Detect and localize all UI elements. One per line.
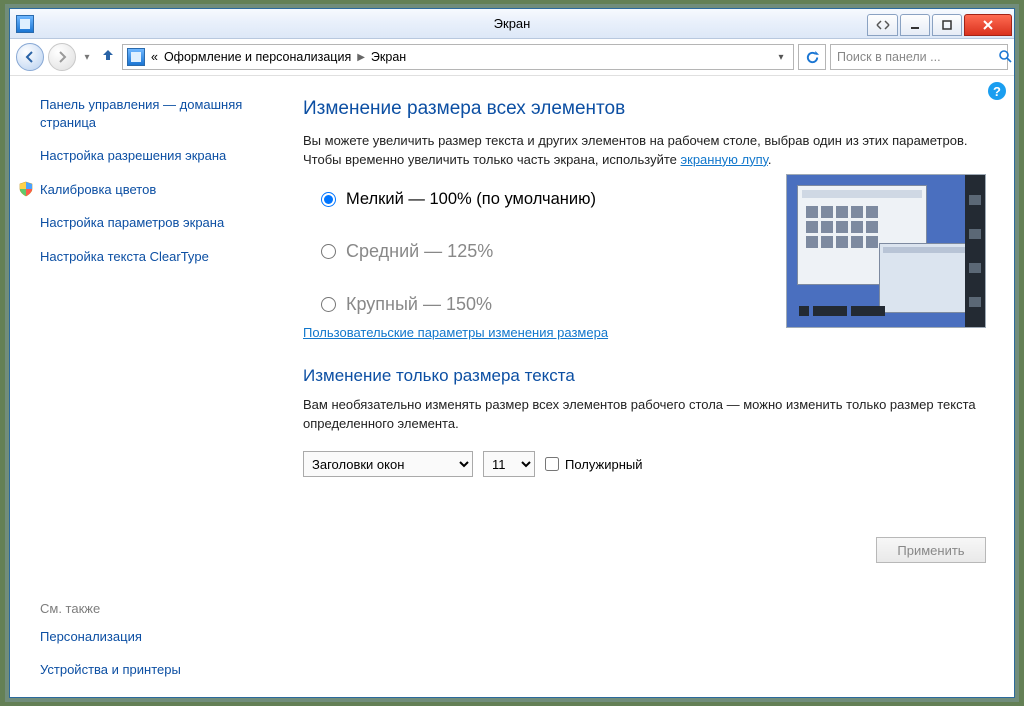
back-button[interactable] <box>16 43 44 71</box>
navbar: ▾ « Оформление и персонализация ▶ Экран … <box>10 39 1014 76</box>
sidebar-item-cleartype[interactable]: Настройка текста ClearType <box>40 248 257 266</box>
radio-large-input[interactable] <box>321 297 336 312</box>
sidebar: Панель управления — домашняя страница На… <box>10 76 275 697</box>
sidebar-item-label: Калибровка цветов <box>40 181 156 199</box>
location-icon <box>127 48 145 66</box>
radio-large[interactable]: Крупный — 150% <box>321 294 681 315</box>
radio-large-label: Крупный — 150% <box>346 294 492 315</box>
bold-checkbox-label[interactable]: Полужирный <box>545 457 643 472</box>
shield-icon <box>18 181 34 197</box>
text-size-section: Изменение только размера текста Вам необ… <box>303 366 986 478</box>
window: Экран ▾ « <box>9 8 1015 698</box>
see-also-devices[interactable]: Устройства и принтеры <box>40 661 257 679</box>
sidebar-item-display-params[interactable]: Настройка параметров экрана <box>40 214 257 232</box>
section-title: Изменение только размера текста <box>303 366 986 386</box>
body: ? Панель управления — домашняя страница … <box>10 76 1014 697</box>
breadcrumb-parent[interactable]: Оформление и персонализация <box>164 50 351 64</box>
sidebar-home-link[interactable]: Панель управления — домашняя страница <box>40 96 257 131</box>
magnifier-link[interactable]: экранную лупу <box>681 152 768 167</box>
radio-small[interactable]: Мелкий — 100% (по умолчанию) <box>321 190 681 209</box>
radio-medium[interactable]: Средний — 125% <box>321 241 681 262</box>
history-dropdown-icon[interactable]: ▾ <box>80 52 94 63</box>
font-size-select[interactable]: 11 <box>483 451 535 477</box>
window-controls <box>867 12 1014 36</box>
app-icon <box>16 15 34 33</box>
window-title: Экран <box>10 16 1014 31</box>
radio-medium-label: Средний — 125% <box>346 241 493 262</box>
content: Изменение размера всех элементов Вы може… <box>275 76 1014 697</box>
element-select[interactable]: Заголовки окон <box>303 451 473 477</box>
titlebar[interactable]: Экран <box>10 9 1014 39</box>
address-bar[interactable]: « Оформление и персонализация ▶ Экран ▾ <box>122 44 794 70</box>
breadcrumb-current[interactable]: Экран <box>371 50 406 64</box>
chevron-right-icon: ▶ <box>357 52 365 63</box>
search-input[interactable] <box>837 50 998 64</box>
bold-checkbox[interactable] <box>545 457 559 471</box>
search-icon[interactable] <box>998 49 1012 66</box>
search-box[interactable] <box>830 44 1008 70</box>
page-title: Изменение размера всех элементов <box>303 98 986 120</box>
radio-small-input[interactable] <box>321 192 336 207</box>
radio-medium-input[interactable] <box>321 244 336 259</box>
sidebar-item-calibration[interactable]: Калибровка цветов <box>18 181 257 199</box>
see-also-personalization[interactable]: Персонализация <box>40 628 257 646</box>
refresh-button[interactable] <box>798 44 826 70</box>
address-dropdown-icon[interactable]: ▾ <box>773 52 789 63</box>
close-button[interactable] <box>964 14 1012 36</box>
up-button[interactable] <box>98 47 118 68</box>
maximize-button[interactable] <box>932 14 962 36</box>
bold-label-text: Полужирный <box>565 457 643 472</box>
intro-text: Вы можете увеличить размер текста и друг… <box>303 132 986 170</box>
preview-image <box>786 174 986 328</box>
see-also-label: См. также <box>40 601 257 616</box>
forward-button[interactable] <box>48 43 76 71</box>
size-radio-group: Мелкий — 100% (по умолчанию) Средний — 1… <box>321 190 681 315</box>
section-text: Вам необязательно изменять размер всех э… <box>303 396 986 434</box>
undock-button[interactable] <box>867 14 898 36</box>
sidebar-item-resolution[interactable]: Настройка разрешения экрана <box>40 147 257 165</box>
minimize-button[interactable] <box>900 14 930 36</box>
radio-small-label: Мелкий — 100% (по умолчанию) <box>346 190 596 209</box>
apply-button[interactable]: Применить <box>876 537 986 563</box>
controls-row: Заголовки окон 11 Полужирный <box>303 451 986 477</box>
breadcrumb-prefix: « <box>151 50 158 64</box>
